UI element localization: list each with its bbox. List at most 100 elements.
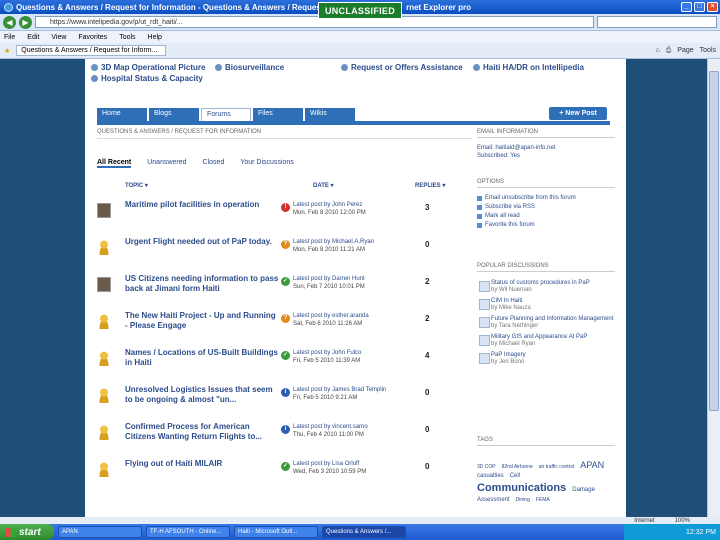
popular-item[interactable]: Military GIS and Appearance At PaP by Mic… (477, 334, 615, 348)
popular-item[interactable]: CIM In Haiti by Mike Nauza (477, 298, 615, 312)
close-button[interactable]: × (707, 2, 718, 12)
latest-author-link[interactable]: Latest post by vincent.sarno (293, 424, 368, 430)
option-favorite-forum[interactable]: Favorite this forum (477, 221, 615, 230)
tab-forums[interactable]: Forums (201, 108, 251, 121)
menu-tools[interactable]: Tools (119, 34, 135, 41)
table-row[interactable]: The New Haiti Project - Up and Running -… (97, 310, 472, 347)
tag-link[interactable]: Damage (572, 487, 595, 493)
topic-link[interactable]: US Citizens needing information to pass … (125, 274, 280, 294)
minimize-button[interactable]: _ (681, 2, 692, 12)
topic-link[interactable]: Unresolved Logistics Issues that seem to… (125, 385, 280, 405)
option-mark-all-read[interactable]: Mark all read (477, 212, 615, 221)
latest-author-link[interactable]: Latest post by John Fulco (293, 350, 361, 356)
topic-link[interactable]: Flying out of Haiti MILAIR (125, 459, 280, 469)
menu-view[interactable]: View (51, 34, 66, 41)
link-3d-map[interactable]: 3D Map Operational Picture (91, 63, 205, 72)
topic-link[interactable]: Maritime pilot facilities in operation (125, 200, 280, 210)
option-email-unsubscribe[interactable]: Email unsubscribe from this forum (477, 194, 615, 203)
latest-author-link[interactable]: Latest post by Lisa Orloff (293, 461, 359, 467)
table-row[interactable]: Names / Locations of US-Built Buildings … (97, 347, 472, 384)
filter-unanswered[interactable]: Unanswered (147, 159, 186, 168)
tag-link[interactable]: air traffic control (539, 464, 574, 470)
latest-author-link[interactable]: Latest post by Darren Hunt (293, 276, 365, 282)
scrollbar-thumb[interactable] (709, 71, 719, 411)
print-icon[interactable]: ⎙ (666, 47, 672, 55)
popular-item[interactable]: Status of customs procedures in PaP by Wi… (477, 280, 615, 294)
popular-title[interactable]: CIM In Haiti (491, 298, 522, 304)
tag-link[interactable]: FEMA (536, 497, 550, 503)
filter-your-discussions[interactable]: Your Discussions (240, 159, 293, 168)
latest-author-link[interactable]: Latest post by John Perez (293, 202, 362, 208)
topic-link[interactable]: Confirmed Process for American Citizens … (125, 422, 280, 442)
avatar[interactable] (97, 351, 111, 366)
link-request-assistance[interactable]: Request or Offers Assistance (341, 63, 463, 72)
tag-link[interactable]: Cell (510, 473, 520, 479)
link-intellipedia[interactable]: Haiti HA/DR on Intellipedia (473, 63, 584, 72)
browser-tab[interactable]: Questions & Answers / Request for Inform… (16, 45, 167, 56)
table-row[interactable]: Unresolved Logistics Issues that seem to… (97, 384, 472, 421)
table-row[interactable]: Maritime pilot facilities in operation! L… (97, 199, 472, 236)
tag-link[interactable]: 3D COP (477, 464, 496, 470)
taskbar-item[interactable]: APAN (58, 526, 142, 538)
avatar[interactable] (97, 388, 111, 403)
filter-all-recent[interactable]: All Recent (97, 159, 132, 168)
tag-link[interactable]: Communications (477, 482, 566, 494)
tools-menu[interactable]: Tools (700, 47, 716, 55)
taskbar-item[interactable]: TF-H AFSOUTH - Online... (146, 526, 230, 538)
tag-link[interactable]: APAN (580, 460, 604, 470)
taskbar-item[interactable]: Haiti - Microsoft Outl... (234, 526, 318, 538)
topic-link[interactable]: Names / Locations of US-Built Buildings … (125, 348, 280, 368)
maximize-button[interactable]: □ (694, 2, 705, 12)
table-row[interactable]: Flying out of Haiti MILAIR ✓ Latest post b… (97, 458, 472, 495)
table-row[interactable]: Confirmed Process for American Citizens … (97, 421, 472, 458)
column-topic[interactable]: TOPIC ▾ (125, 182, 148, 189)
table-row[interactable]: Urgent Flight needed out of PaP today.? L… (97, 236, 472, 273)
tab-blogs[interactable]: Blogs (149, 108, 199, 121)
avatar[interactable] (97, 314, 111, 329)
tab-files[interactable]: Files (253, 108, 303, 121)
latest-author-link[interactable]: Latest post by esther.aranda (293, 313, 369, 319)
menu-help[interactable]: Help (148, 34, 162, 41)
tab-home[interactable]: Home (97, 108, 147, 121)
tag-link[interactable]: casualties (477, 473, 504, 479)
start-button[interactable]: start (0, 524, 54, 540)
link-biosurveillance[interactable]: Biosurveillance (215, 63, 284, 72)
popular-title[interactable]: Future Planning and Information Manageme… (491, 316, 613, 322)
table-row[interactable]: US Citizens needing information to pass … (97, 273, 472, 310)
popular-title[interactable]: PaP Imagery (491, 352, 526, 358)
link-hospital-status[interactable]: Hospital Status & Capacity (91, 74, 203, 83)
menu-edit[interactable]: Edit (27, 34, 39, 41)
page-scrollbar[interactable] (707, 59, 720, 517)
latest-author-link[interactable]: Latest post by James Brad Templin (293, 387, 386, 393)
latest-author-link[interactable]: Latest post by Michael.A.Ryan (293, 239, 374, 245)
favorites-star-icon[interactable]: ★ (4, 47, 10, 55)
new-post-button[interactable]: + New Post (549, 107, 607, 120)
search-input[interactable] (597, 16, 717, 28)
column-replies[interactable]: REPLIES ▾ (415, 182, 445, 189)
filter-closed[interactable]: Closed (203, 159, 225, 168)
popular-item[interactable]: PaP Imagery by Jeri Bono (477, 352, 615, 366)
avatar[interactable] (97, 240, 111, 255)
taskbar-item[interactable]: Questions & Answers /... (322, 526, 406, 538)
tag-link[interactable]: 82nd Airborne (502, 464, 533, 470)
topic-link[interactable]: Urgent Flight needed out of PaP today. (125, 237, 280, 247)
tab-wikis[interactable]: Wikis (305, 108, 355, 121)
popular-title[interactable]: Status of customs procedures in PaP (491, 280, 590, 286)
avatar[interactable] (97, 277, 111, 292)
option-subscribe-rss[interactable]: Subscribe via RSS (477, 203, 615, 212)
tag-link[interactable]: Dining (516, 497, 530, 503)
tag-link[interactable]: Assessment (477, 497, 510, 503)
avatar[interactable] (97, 203, 111, 218)
column-date[interactable]: DATE ▾ (313, 182, 334, 189)
topic-link[interactable]: The New Haiti Project - Up and Running -… (125, 311, 280, 331)
back-icon[interactable]: ◀ (3, 15, 16, 29)
menu-file[interactable]: File (4, 34, 15, 41)
avatar[interactable] (97, 462, 111, 477)
forward-icon[interactable]: ▶ (19, 15, 32, 29)
home-icon[interactable]: ⌂ (655, 47, 659, 55)
page-menu[interactable]: Page (677, 47, 693, 55)
popular-title[interactable]: Military GIS and Appearance At PaP (491, 334, 587, 340)
menu-favorites[interactable]: Favorites (78, 34, 107, 41)
popular-item[interactable]: Future Planning and Information Manageme… (477, 316, 615, 330)
avatar[interactable] (97, 425, 111, 440)
